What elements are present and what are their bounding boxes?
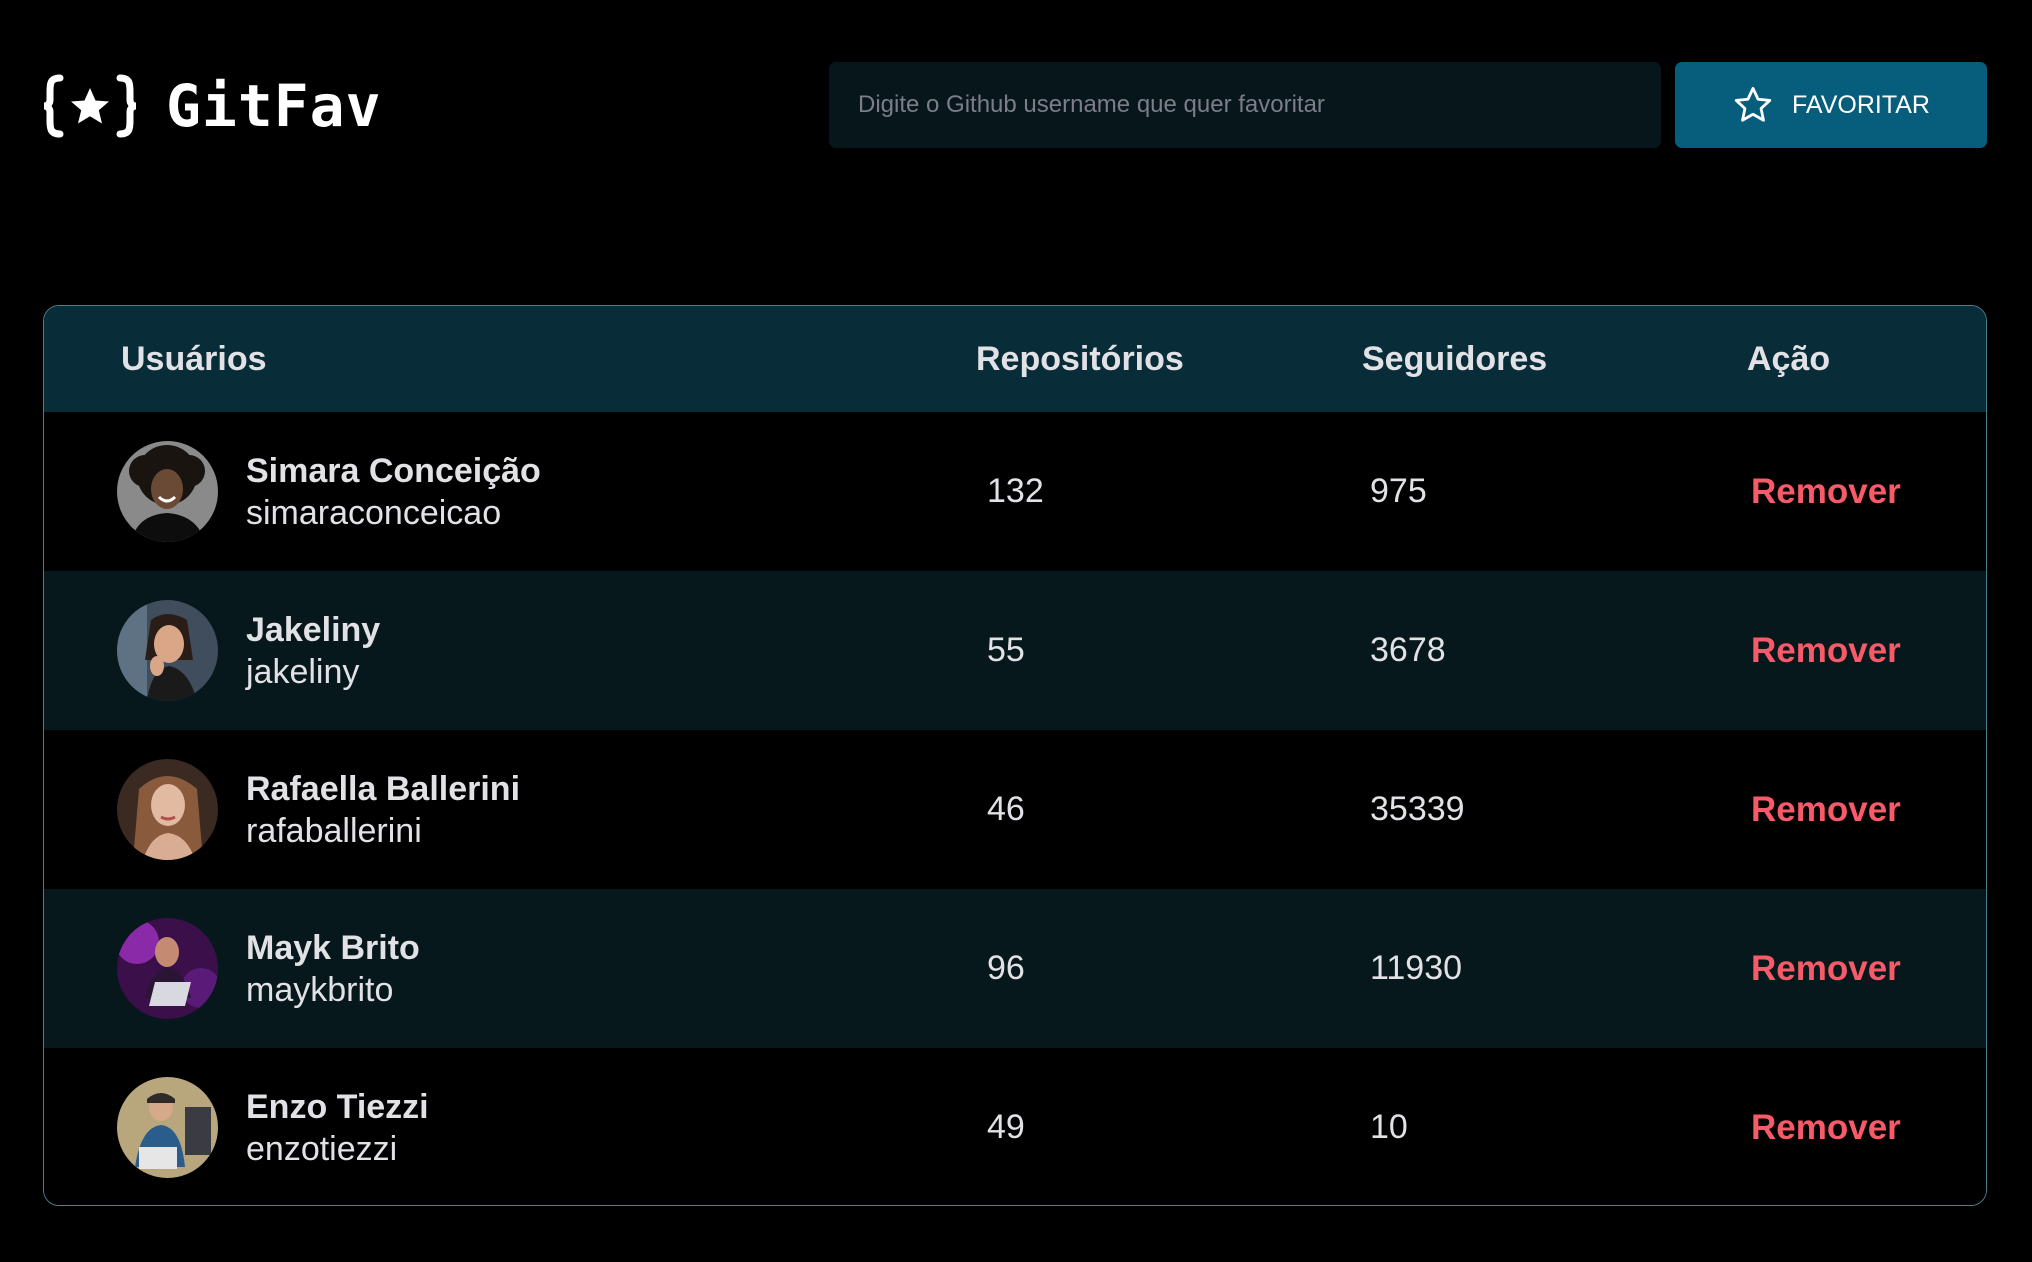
repositories-count: 55 bbox=[987, 631, 1025, 669]
user-info: Jakeliny jakeliny bbox=[246, 609, 380, 693]
followers-count: 3678 bbox=[1370, 631, 1446, 669]
avatar[interactable] bbox=[117, 918, 218, 1019]
column-header-users: Usuários bbox=[121, 339, 267, 378]
remove-button[interactable]: Remover bbox=[1751, 949, 1901, 989]
user-info: Enzo Tiezzi enzotiezzi bbox=[246, 1086, 429, 1170]
remove-button[interactable]: Remover bbox=[1751, 472, 1901, 512]
user-info: Rafaella Ballerini rafaballerini bbox=[246, 768, 520, 852]
user-name: Jakeliny bbox=[246, 610, 381, 649]
table-row: Jakeliny jakeliny 55 3678 Remover bbox=[44, 571, 1986, 730]
user-cell: Rafaella Ballerini rafaballerini bbox=[117, 730, 520, 889]
table-row: Enzo Tiezzi enzotiezzi 49 10 Remover bbox=[44, 1048, 1986, 1205]
remove-button[interactable]: Remover bbox=[1751, 1108, 1901, 1148]
followers-count: 35339 bbox=[1370, 790, 1465, 828]
remove-cell: Remover bbox=[1751, 571, 1901, 730]
repositories-count: 49 bbox=[987, 1108, 1025, 1146]
table-row: Simara Conceição simaraconceicao 132 975… bbox=[44, 412, 1986, 571]
favorite-button[interactable]: FAVORITAR bbox=[1675, 62, 1987, 148]
table-row: Rafaella Ballerini rafaballerini 46 3533… bbox=[44, 730, 1986, 889]
remove-cell: Remover bbox=[1751, 730, 1901, 889]
column-header-followers: Seguidores bbox=[1362, 339, 1548, 378]
followers-count: 10 bbox=[1370, 1108, 1408, 1146]
remove-cell: Remover bbox=[1751, 889, 1901, 1048]
followers-count: 11930 bbox=[1370, 949, 1463, 987]
followers-count: 975 bbox=[1370, 472, 1427, 510]
user-info: Mayk Brito maykbrito bbox=[246, 927, 420, 1011]
user-name: Mayk Brito bbox=[246, 928, 420, 967]
user-login[interactable]: enzotiezzi bbox=[246, 1128, 429, 1170]
user-cell: Mayk Brito maykbrito bbox=[117, 889, 420, 1048]
star-outline-icon bbox=[1734, 86, 1772, 122]
user-cell: Simara Conceição simaraconceicao bbox=[117, 412, 541, 571]
search-input[interactable] bbox=[858, 62, 1661, 148]
user-cell: Enzo Tiezzi enzotiezzi bbox=[117, 1048, 429, 1205]
remove-cell: Remover bbox=[1751, 1048, 1901, 1205]
user-name: Simara Conceição bbox=[246, 451, 541, 490]
user-login[interactable]: jakeliny bbox=[246, 651, 380, 693]
avatar[interactable] bbox=[117, 441, 218, 542]
column-header-action: Ação bbox=[1747, 339, 1831, 378]
logo: GitFav bbox=[42, 70, 382, 142]
braces-star-icon bbox=[43, 74, 137, 138]
user-name: Rafaella Ballerini bbox=[246, 769, 521, 808]
avatar[interactable] bbox=[117, 600, 218, 701]
user-login[interactable]: rafaballerini bbox=[246, 810, 520, 852]
user-login[interactable]: maykbrito bbox=[246, 969, 420, 1011]
avatar[interactable] bbox=[117, 1077, 218, 1178]
user-info: Simara Conceição simaraconceicao bbox=[246, 450, 541, 534]
remove-button[interactable]: Remover bbox=[1751, 631, 1901, 671]
search-box[interactable] bbox=[829, 62, 1661, 148]
avatar[interactable] bbox=[117, 759, 218, 860]
repositories-count: 132 bbox=[987, 472, 1044, 510]
table-header: Usuários Repositórios Seguidores Ação bbox=[44, 306, 1986, 412]
logo-text: GitFav bbox=[166, 72, 382, 140]
table-row: Mayk Brito maykbrito 96 11930 Remover bbox=[44, 889, 1986, 1048]
user-login[interactable]: simaraconceicao bbox=[246, 492, 541, 534]
repositories-count: 96 bbox=[987, 949, 1025, 987]
favorites-table: Usuários Repositórios Seguidores Ação Si… bbox=[43, 305, 1987, 1206]
remove-button[interactable]: Remover bbox=[1751, 790, 1901, 830]
gitfav-app: GitFav FAVORITAR Usuários Repositórios S… bbox=[0, 0, 2032, 1262]
repositories-count: 46 bbox=[987, 790, 1025, 828]
user-cell: Jakeliny jakeliny bbox=[117, 571, 380, 730]
favorite-button-label: FAVORITAR bbox=[1792, 90, 1930, 119]
remove-cell: Remover bbox=[1751, 412, 1901, 571]
column-header-repositories: Repositórios bbox=[976, 339, 1184, 378]
user-name: Enzo Tiezzi bbox=[246, 1087, 429, 1126]
